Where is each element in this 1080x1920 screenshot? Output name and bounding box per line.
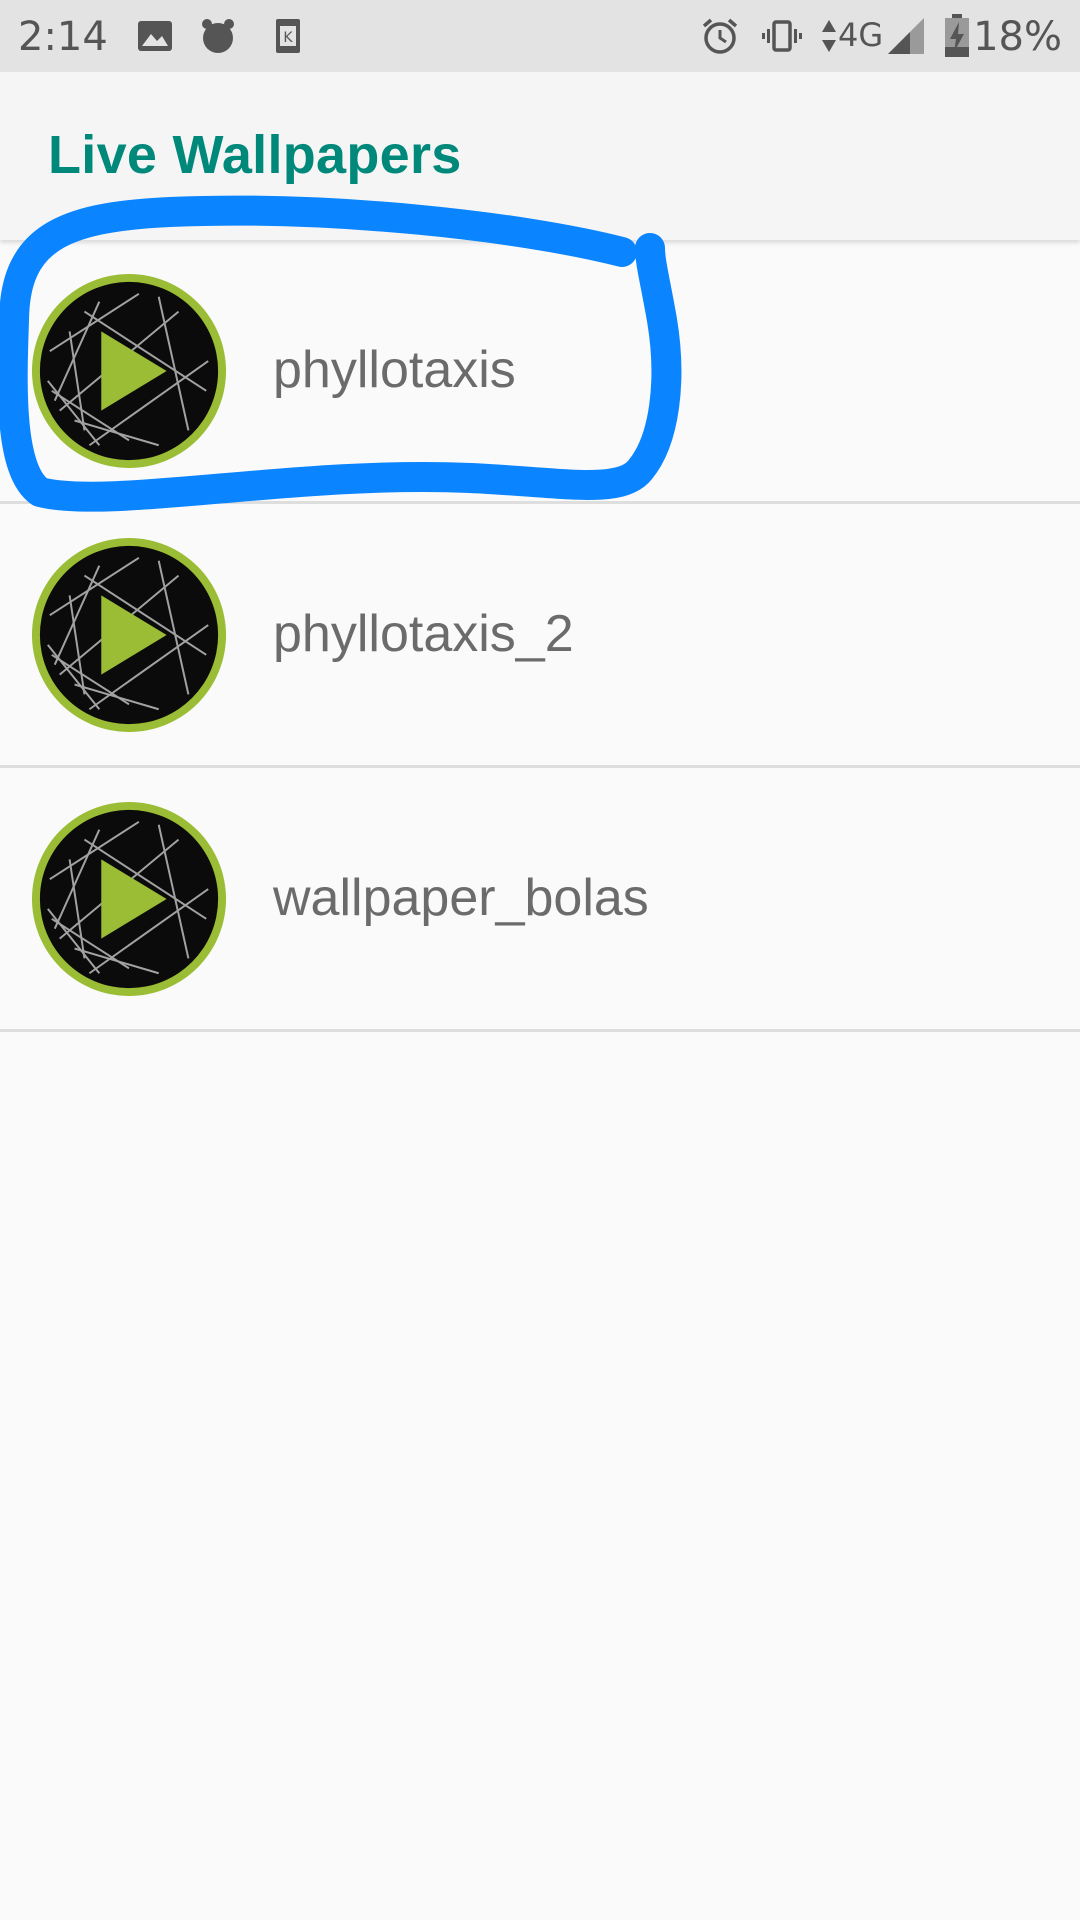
wallpaper-name: wallpaper_bolas <box>273 869 649 927</box>
status-bar: 2:14 K 4G 18% <box>0 0 1080 72</box>
data-arrows-icon <box>822 20 836 52</box>
wallpaper-list: phyllotaxis phyllotaxis_2 wallpaper_bola… <box>0 240 1080 1032</box>
live-wallpaper-play-icon <box>31 801 227 997</box>
alarm-clock-icon <box>702 18 738 54</box>
svg-text:K: K <box>283 30 293 46</box>
k-app-icon: K <box>276 19 300 53</box>
page-title: Live Wallpapers <box>48 125 462 185</box>
battery-percent: 18% <box>973 14 1062 60</box>
signal-icon <box>888 18 924 54</box>
vibrate-icon <box>762 20 802 52</box>
image-icon <box>138 21 172 51</box>
live-wallpaper-play-icon <box>31 273 227 469</box>
wallpaper-name: phyllotaxis_2 <box>273 605 574 663</box>
battery-charging-icon <box>945 14 969 57</box>
network-type: 4G <box>838 16 884 54</box>
wallpaper-item-wallpaper-bolas[interactable]: wallpaper_bolas <box>0 768 1080 1032</box>
status-time: 2:14 <box>18 14 108 60</box>
wallpaper-item-phyllotaxis[interactable]: phyllotaxis <box>0 240 1080 504</box>
wallpaper-item-phyllotaxis-2[interactable]: phyllotaxis_2 <box>0 504 1080 768</box>
wallpaper-name: phyllotaxis <box>273 341 516 399</box>
alarm-app-icon <box>202 19 234 53</box>
live-wallpaper-play-icon <box>31 537 227 733</box>
app-toolbar: Live Wallpapers <box>0 72 1080 240</box>
